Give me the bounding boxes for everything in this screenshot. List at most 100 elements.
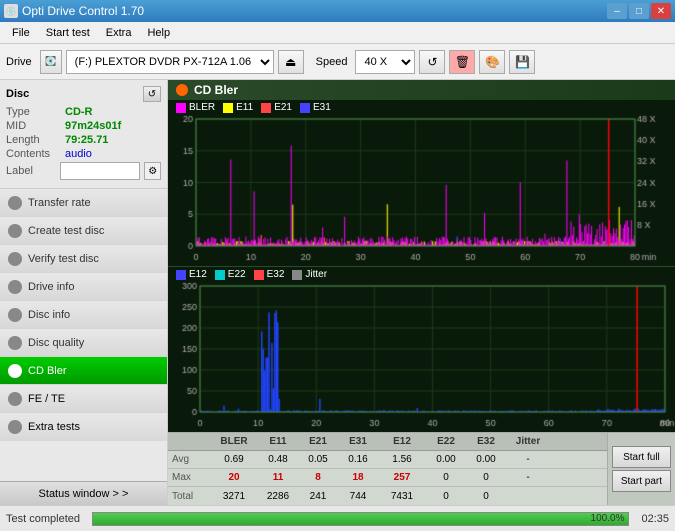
menu-start-test[interactable]: Start test	[38, 23, 98, 43]
save-button[interactable]: 💾	[509, 50, 535, 74]
title-bar-controls: – □ ✕	[607, 3, 671, 19]
length-key: Length	[6, 134, 61, 146]
disc-quality-icon	[8, 336, 22, 350]
type-value: CD-R	[65, 106, 93, 118]
stats-avg-e32: 0.00	[466, 454, 506, 465]
mid-value: 97m24s01f	[65, 120, 121, 132]
close-button[interactable]: ✕	[651, 3, 671, 19]
mid-key: MID	[6, 120, 61, 132]
stats-avg-jitter: -	[506, 454, 550, 465]
stats-avg-e21: 0.05	[298, 454, 338, 465]
sidebar-item-extra-tests[interactable]: Extra tests	[0, 413, 167, 441]
erase-button[interactable]: 🗑	[449, 50, 475, 74]
sidebar-item-verify-test-disc[interactable]: Verify test disc	[0, 245, 167, 273]
sidebar-item-cd-bler[interactable]: CD Bler	[0, 357, 167, 385]
title-bar: 💿 Opti Drive Control 1.70 – □ ✕	[0, 0, 675, 22]
status-window-button[interactable]: Status window > >	[0, 481, 167, 505]
drive-select[interactable]: (F:) PLEXTOR DVDR PX-712A 1.06	[66, 50, 274, 74]
stats-total-e32: 0	[466, 491, 506, 502]
main-layout: Disc ↺ Type CD-R MID 97m24s01f Length 79…	[0, 80, 675, 505]
minimize-button[interactable]: –	[607, 3, 627, 19]
stats-total-e11: 2286	[258, 491, 298, 502]
transfer-rate-icon	[8, 196, 22, 210]
status-time: 02:35	[641, 513, 669, 525]
stats-max-e31: 18	[338, 472, 378, 483]
lower-chart	[168, 282, 675, 432]
stats-max-e22: 0	[426, 472, 466, 483]
stats-total-e22: 0	[426, 491, 466, 502]
stats-avg-bler: 0.69	[210, 454, 258, 465]
app-icon: 💿	[4, 4, 18, 18]
sidebar-item-fe-te[interactable]: FE / TE	[0, 385, 167, 413]
stats-header-e12: E12	[378, 436, 426, 447]
disc-info-label: Disc info	[28, 309, 70, 321]
stats-avg-e22: 0.00	[426, 454, 466, 465]
transfer-rate-label: Transfer rate	[28, 197, 91, 209]
color-button[interactable]: 🎨	[479, 50, 505, 74]
stats-avg-label: Avg	[172, 454, 210, 465]
stats-header-e22: E22	[426, 436, 466, 447]
verify-test-disc-label: Verify test disc	[28, 253, 99, 265]
start-full-button[interactable]: Start full	[612, 446, 671, 468]
verify-test-disc-icon	[8, 252, 22, 266]
progress-text: 100.0%	[591, 513, 625, 525]
maximize-button[interactable]: □	[629, 3, 649, 19]
upper-legend: BLER E11 E21 E31	[168, 100, 675, 115]
sidebar-item-create-test-disc[interactable]: Create test disc	[0, 217, 167, 245]
length-value: 79:25.71	[65, 134, 108, 146]
sidebar: Disc ↺ Type CD-R MID 97m24s01f Length 79…	[0, 80, 168, 505]
menu-file[interactable]: File	[4, 23, 38, 43]
chart-title: CD Bler	[194, 83, 238, 97]
stats-header-e31: E31	[338, 436, 378, 447]
label-key: Label	[6, 165, 56, 177]
disc-panel: Disc ↺ Type CD-R MID 97m24s01f Length 79…	[0, 80, 167, 189]
fe-te-icon	[8, 392, 22, 406]
menu-help[interactable]: Help	[139, 23, 178, 43]
refresh-button[interactable]: ↺	[419, 50, 445, 74]
chart-title-bar: CD Bler	[168, 80, 675, 100]
sidebar-item-disc-quality[interactable]: Disc quality	[0, 329, 167, 357]
start-part-button[interactable]: Start part	[612, 470, 671, 492]
eject-button[interactable]: ⏏	[278, 50, 304, 74]
stats-total-e31: 744	[338, 491, 378, 502]
status-window-label: Status window > >	[39, 488, 129, 500]
sidebar-item-transfer-rate[interactable]: Transfer rate	[0, 189, 167, 217]
drive-info-label: Drive info	[28, 281, 74, 293]
menu-bar: File Start test Extra Help	[0, 22, 675, 44]
stats-total-e21: 241	[298, 491, 338, 502]
label-input[interactable]	[60, 162, 140, 180]
contents-value: audio	[65, 148, 92, 160]
contents-key: Contents	[6, 148, 61, 160]
stats-max-e32: 0	[466, 472, 506, 483]
stats-avg-e11: 0.48	[258, 454, 298, 465]
stats-header-e32: E32	[466, 436, 506, 447]
drive-info-icon	[8, 280, 22, 294]
app-title: Opti Drive Control 1.70	[22, 4, 144, 18]
stats-total-label: Total	[172, 491, 210, 502]
extra-tests-icon	[8, 420, 22, 434]
create-test-disc-icon	[8, 224, 22, 238]
stats-max-e21: 8	[298, 472, 338, 483]
stats-avg-e12: 1.56	[378, 454, 426, 465]
type-key: Type	[6, 106, 61, 118]
lower-legend: E12 E22 E32 Jitter	[168, 267, 675, 282]
stats-total-e12: 7431	[378, 491, 426, 502]
speed-select[interactable]: 40 X Max 32 X	[355, 50, 415, 74]
status-text: Test completed	[6, 513, 80, 525]
progress-container: 100.0%	[92, 512, 629, 526]
sidebar-item-drive-info[interactable]: Drive info	[0, 273, 167, 301]
status-bar: Test completed 100.0% 02:35	[0, 505, 675, 531]
cd-bler-icon	[8, 364, 22, 378]
sidebar-menu: Transfer rate Create test disc Verify te…	[0, 189, 167, 505]
label-edit-button[interactable]: ⚙	[144, 162, 161, 180]
title-bar-left: 💿 Opti Drive Control 1.70	[4, 4, 144, 18]
create-test-disc-label: Create test disc	[28, 225, 104, 237]
extra-tests-label: Extra tests	[28, 421, 80, 433]
stats-header-bler: BLER	[210, 436, 258, 447]
stats-avg-e31: 0.16	[338, 454, 378, 465]
drive-icon: 💽	[40, 50, 62, 74]
menu-extra[interactable]: Extra	[98, 23, 140, 43]
disc-quality-label: Disc quality	[28, 337, 84, 349]
disc-refresh-button[interactable]: ↺	[143, 86, 161, 102]
sidebar-item-disc-info[interactable]: Disc info	[0, 301, 167, 329]
